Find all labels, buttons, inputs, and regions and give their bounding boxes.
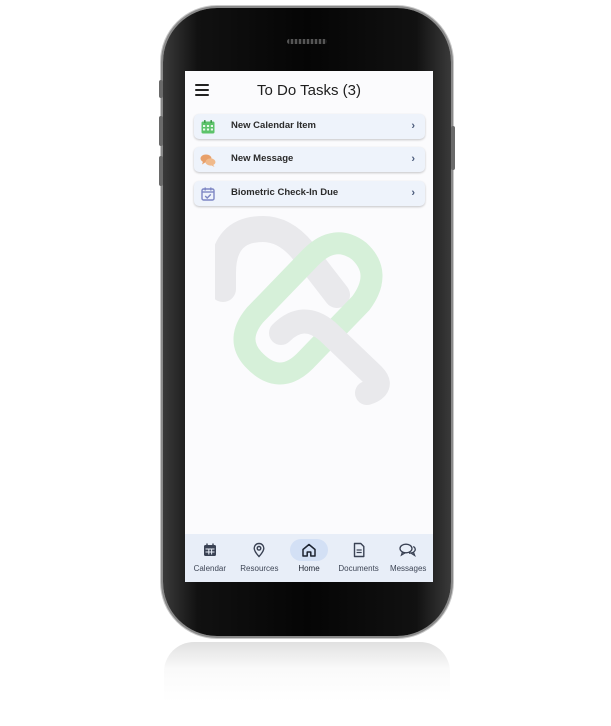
app-screen: To Do Tasks (3) New Calendar Item › New … xyxy=(185,71,433,582)
calendar-icon xyxy=(203,543,216,556)
task-new-calendar-item[interactable]: New Calendar Item › xyxy=(194,114,425,139)
task-biometric-check-in[interactable]: Biometric Check-In Due › xyxy=(194,181,425,206)
nav-label: Calendar xyxy=(193,564,227,573)
chevron-right-icon: › xyxy=(411,153,415,165)
phone-reflection xyxy=(164,642,450,702)
task-new-message[interactable]: New Message › xyxy=(194,147,425,172)
calendar-icon xyxy=(201,120,215,134)
calendar-check-icon xyxy=(201,187,215,201)
silent-switch xyxy=(159,80,163,98)
power-button xyxy=(451,126,455,170)
phone-frame: To Do Tasks (3) New Calendar Item › New … xyxy=(159,8,455,636)
nav-label: Home xyxy=(298,564,320,573)
home-icon xyxy=(302,543,316,557)
nav-label: Resources xyxy=(240,564,279,573)
chevron-right-icon: › xyxy=(411,187,415,199)
task-label: Biometric Check-In Due xyxy=(231,187,339,198)
chevron-right-icon: › xyxy=(411,120,415,132)
nav-label: Messages xyxy=(389,564,427,573)
chat-bubbles-icon xyxy=(399,543,417,558)
chat-bubbles-icon xyxy=(200,154,216,167)
nav-home[interactable]: Home xyxy=(284,534,334,582)
page-title: To Do Tasks (3) xyxy=(257,82,361,99)
nav-calendar[interactable]: Calendar xyxy=(185,534,235,582)
task-label: New Message xyxy=(231,153,294,164)
document-icon xyxy=(353,542,365,558)
nav-label: Documents xyxy=(338,564,379,573)
volume-up-button xyxy=(159,116,163,146)
volume-down-button xyxy=(159,156,163,186)
location-pin-icon xyxy=(253,542,265,558)
nav-documents[interactable]: Documents xyxy=(334,534,384,582)
app-header: To Do Tasks (3) xyxy=(185,71,433,111)
logo-watermark xyxy=(215,215,390,405)
nav-resources[interactable]: Resources xyxy=(235,534,285,582)
nav-messages[interactable]: Messages xyxy=(383,534,433,582)
earpiece-speaker xyxy=(287,39,327,44)
bottom-navigation: Calendar Resources Home Documents Messag… xyxy=(185,534,433,582)
task-label: New Calendar Item xyxy=(231,120,316,131)
